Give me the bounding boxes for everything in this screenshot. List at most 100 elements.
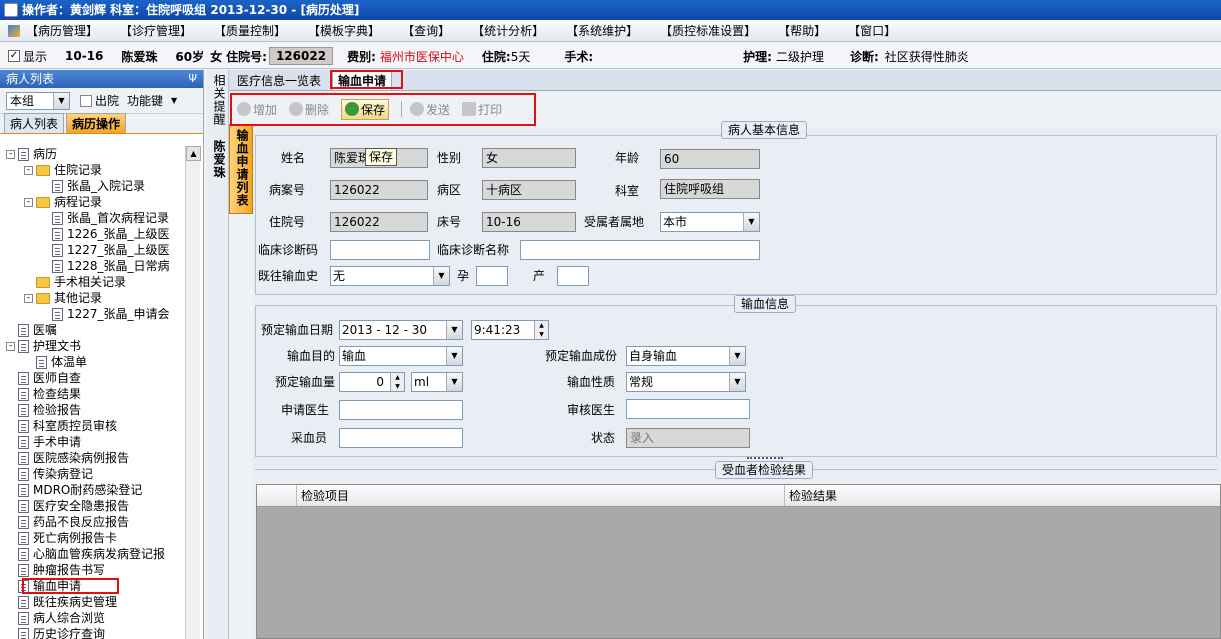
- tree-item[interactable]: MDRO耐药感染登记: [18, 482, 142, 498]
- tab-transfusion-request[interactable]: 输血申请: [332, 70, 393, 90]
- chevron-down-icon[interactable]: ▼: [446, 373, 462, 391]
- dx-code-input[interactable]: [330, 240, 430, 260]
- tree-item[interactable]: 1227_张晶_申请会: [52, 306, 170, 322]
- tree-item[interactable]: 张晶_首次病程记录: [52, 210, 169, 226]
- tree-item[interactable]: 检验报告: [18, 402, 81, 418]
- collector-input[interactable]: [339, 428, 463, 448]
- collapse-icon[interactable]: -: [6, 341, 15, 351]
- time-spinner-icon[interactable]: ▲ ▼: [534, 321, 548, 339]
- print-button[interactable]: 打印: [462, 101, 502, 118]
- menu-query[interactable]: 【查询】: [402, 22, 450, 39]
- tree-item[interactable]: 输血申请: [18, 578, 81, 594]
- tree-item[interactable]: 医院感染病例报告: [18, 450, 129, 466]
- tree-item[interactable]: 心脑血管疾病发病登记报: [18, 546, 165, 562]
- tree-item[interactable]: 医疗安全隐患报告: [18, 498, 129, 514]
- menu-quality[interactable]: 【质量控制】: [214, 22, 286, 39]
- menu-stats[interactable]: 【统计分析】: [472, 22, 544, 39]
- menu-system[interactable]: 【系统维护】: [566, 22, 638, 39]
- tree-item[interactable]: 1226_张晶_上级医: [52, 226, 170, 242]
- scroll-up-icon[interactable]: ▲: [186, 146, 201, 161]
- menu-qc-standard[interactable]: 【质控标准设置】: [660, 22, 756, 39]
- group-select[interactable]: 本组 ▼: [6, 91, 70, 110]
- sex-field[interactable]: 女: [482, 148, 576, 168]
- case-no-field[interactable]: 126022: [330, 180, 428, 200]
- menu-clinic-mgmt[interactable]: 【诊疗管理】: [120, 22, 192, 39]
- tree-item[interactable]: - 病程记录: [24, 194, 102, 210]
- unit-select[interactable]: ml ▼: [411, 372, 463, 392]
- dept-field[interactable]: 住院呼吸组: [660, 179, 760, 199]
- pin-icon[interactable]: Ψ: [188, 70, 197, 88]
- collapse-icon[interactable]: -: [24, 165, 33, 175]
- tab-medical-overview[interactable]: 医疗信息一览表: [232, 71, 326, 90]
- bed-field[interactable]: 10-16: [482, 212, 576, 232]
- region-select[interactable]: 本市 ▼: [660, 212, 760, 232]
- reviewer-doctor-input[interactable]: [626, 399, 750, 419]
- chevron-down-icon[interactable]: ▼: [743, 213, 759, 231]
- menu-templates[interactable]: 【模板字典】: [308, 22, 380, 39]
- tree-item[interactable]: 手术相关记录: [36, 274, 126, 290]
- ward-field[interactable]: 十病区: [482, 180, 576, 200]
- transfusion-list-tab[interactable]: 输血申请列表: [229, 124, 253, 214]
- tab-record-ops[interactable]: 病历操作: [66, 113, 127, 133]
- func-key-menu[interactable]: 功能键: [127, 92, 163, 109]
- tree-item[interactable]: 病人综合浏览: [18, 610, 105, 626]
- menu-help[interactable]: 【帮助】: [778, 22, 826, 39]
- birth-input[interactable]: [557, 266, 589, 286]
- tree-item[interactable]: - 其他记录: [24, 290, 102, 306]
- tree-item[interactable]: 死亡病例报告卡: [18, 530, 117, 546]
- pregnancy-input[interactable]: [476, 266, 508, 286]
- tree-item[interactable]: 体温单: [36, 354, 87, 370]
- tree-item[interactable]: 医师自查: [18, 370, 81, 386]
- amount-spinner-icon[interactable]: ▲ ▼: [390, 373, 404, 391]
- add-button[interactable]: 增加: [237, 101, 277, 118]
- history-select[interactable]: 无 ▼: [330, 266, 450, 286]
- menu-app-icon[interactable]: [8, 24, 20, 37]
- tree-scrollbar[interactable]: ▲: [185, 146, 201, 639]
- tree-item[interactable]: 药品不良反应报告: [18, 514, 129, 530]
- collapse-icon[interactable]: -: [6, 149, 15, 159]
- collapse-icon[interactable]: -: [24, 197, 33, 207]
- age-field[interactable]: 60: [660, 149, 760, 169]
- tree-item[interactable]: - 病历: [6, 146, 57, 162]
- tab-patient-list[interactable]: 病人列表: [4, 113, 65, 133]
- chevron-down-icon[interactable]: ▼: [433, 267, 449, 285]
- chevron-down-icon[interactable]: ▼: [446, 347, 462, 365]
- purpose-select[interactable]: 输血 ▼: [339, 346, 463, 366]
- tree-item[interactable]: 历史诊疗查询: [18, 626, 105, 639]
- tree-item[interactable]: 科室质控员审核: [18, 418, 117, 434]
- chevron-down-icon[interactable]: ▼: [729, 373, 745, 391]
- tree-item[interactable]: 传染病登记: [18, 466, 93, 482]
- chevron-down-icon[interactable]: ▼: [729, 347, 745, 365]
- menu-record-mgmt[interactable]: 【病历管理】: [26, 22, 98, 39]
- applicant-doctor-input[interactable]: [339, 400, 463, 420]
- component-select[interactable]: 自身输血 ▼: [626, 346, 746, 366]
- tree-item[interactable]: - 住院记录: [24, 162, 102, 178]
- col-test-item[interactable]: 检验项目: [297, 485, 785, 506]
- dx-name-input[interactable]: [520, 240, 760, 260]
- tree-item[interactable]: 检查结果: [18, 386, 81, 402]
- send-button[interactable]: 发送: [410, 101, 450, 118]
- discharged-checkbox[interactable]: [80, 94, 92, 107]
- calendar-dropdown-icon[interactable]: ▼: [446, 321, 462, 339]
- collapse-icon[interactable]: -: [24, 293, 33, 303]
- inpatient-no-field[interactable]: 126022: [330, 212, 428, 232]
- splitter-grip-icon[interactable]: [747, 457, 783, 459]
- tree-item[interactable]: - 护理文书: [6, 338, 81, 354]
- planned-date-picker[interactable]: 2013 - 12 - 30 ▼: [339, 320, 463, 340]
- tree-item[interactable]: 1227_张晶_上级医: [52, 242, 170, 258]
- amount-input[interactable]: 0 ▲ ▼: [339, 372, 405, 392]
- tree-item[interactable]: 肿瘤报告书写: [18, 562, 105, 578]
- col-test-result[interactable]: 检验结果: [785, 485, 1220, 506]
- show-checkbox[interactable]: ✓: [8, 50, 20, 62]
- tree-item[interactable]: 手术申请: [18, 434, 81, 450]
- related-reminder-tab[interactable]: 相关提醒: [211, 74, 228, 134]
- delete-button[interactable]: 删除: [289, 101, 329, 118]
- save-button[interactable]: 保存: [341, 98, 390, 120]
- planned-time-input[interactable]: 9:41:23 ▲ ▼: [471, 320, 549, 340]
- tree-item[interactable]: 既往疾病史管理: [18, 594, 117, 610]
- tree-item[interactable]: 医嘱: [18, 322, 57, 338]
- tree-item[interactable]: 张晶_入院记录: [52, 178, 145, 194]
- nature-select[interactable]: 常规 ▼: [626, 372, 746, 392]
- func-key-dropdown-icon[interactable]: ▼: [171, 96, 177, 105]
- chevron-down-icon[interactable]: ▼: [53, 92, 69, 109]
